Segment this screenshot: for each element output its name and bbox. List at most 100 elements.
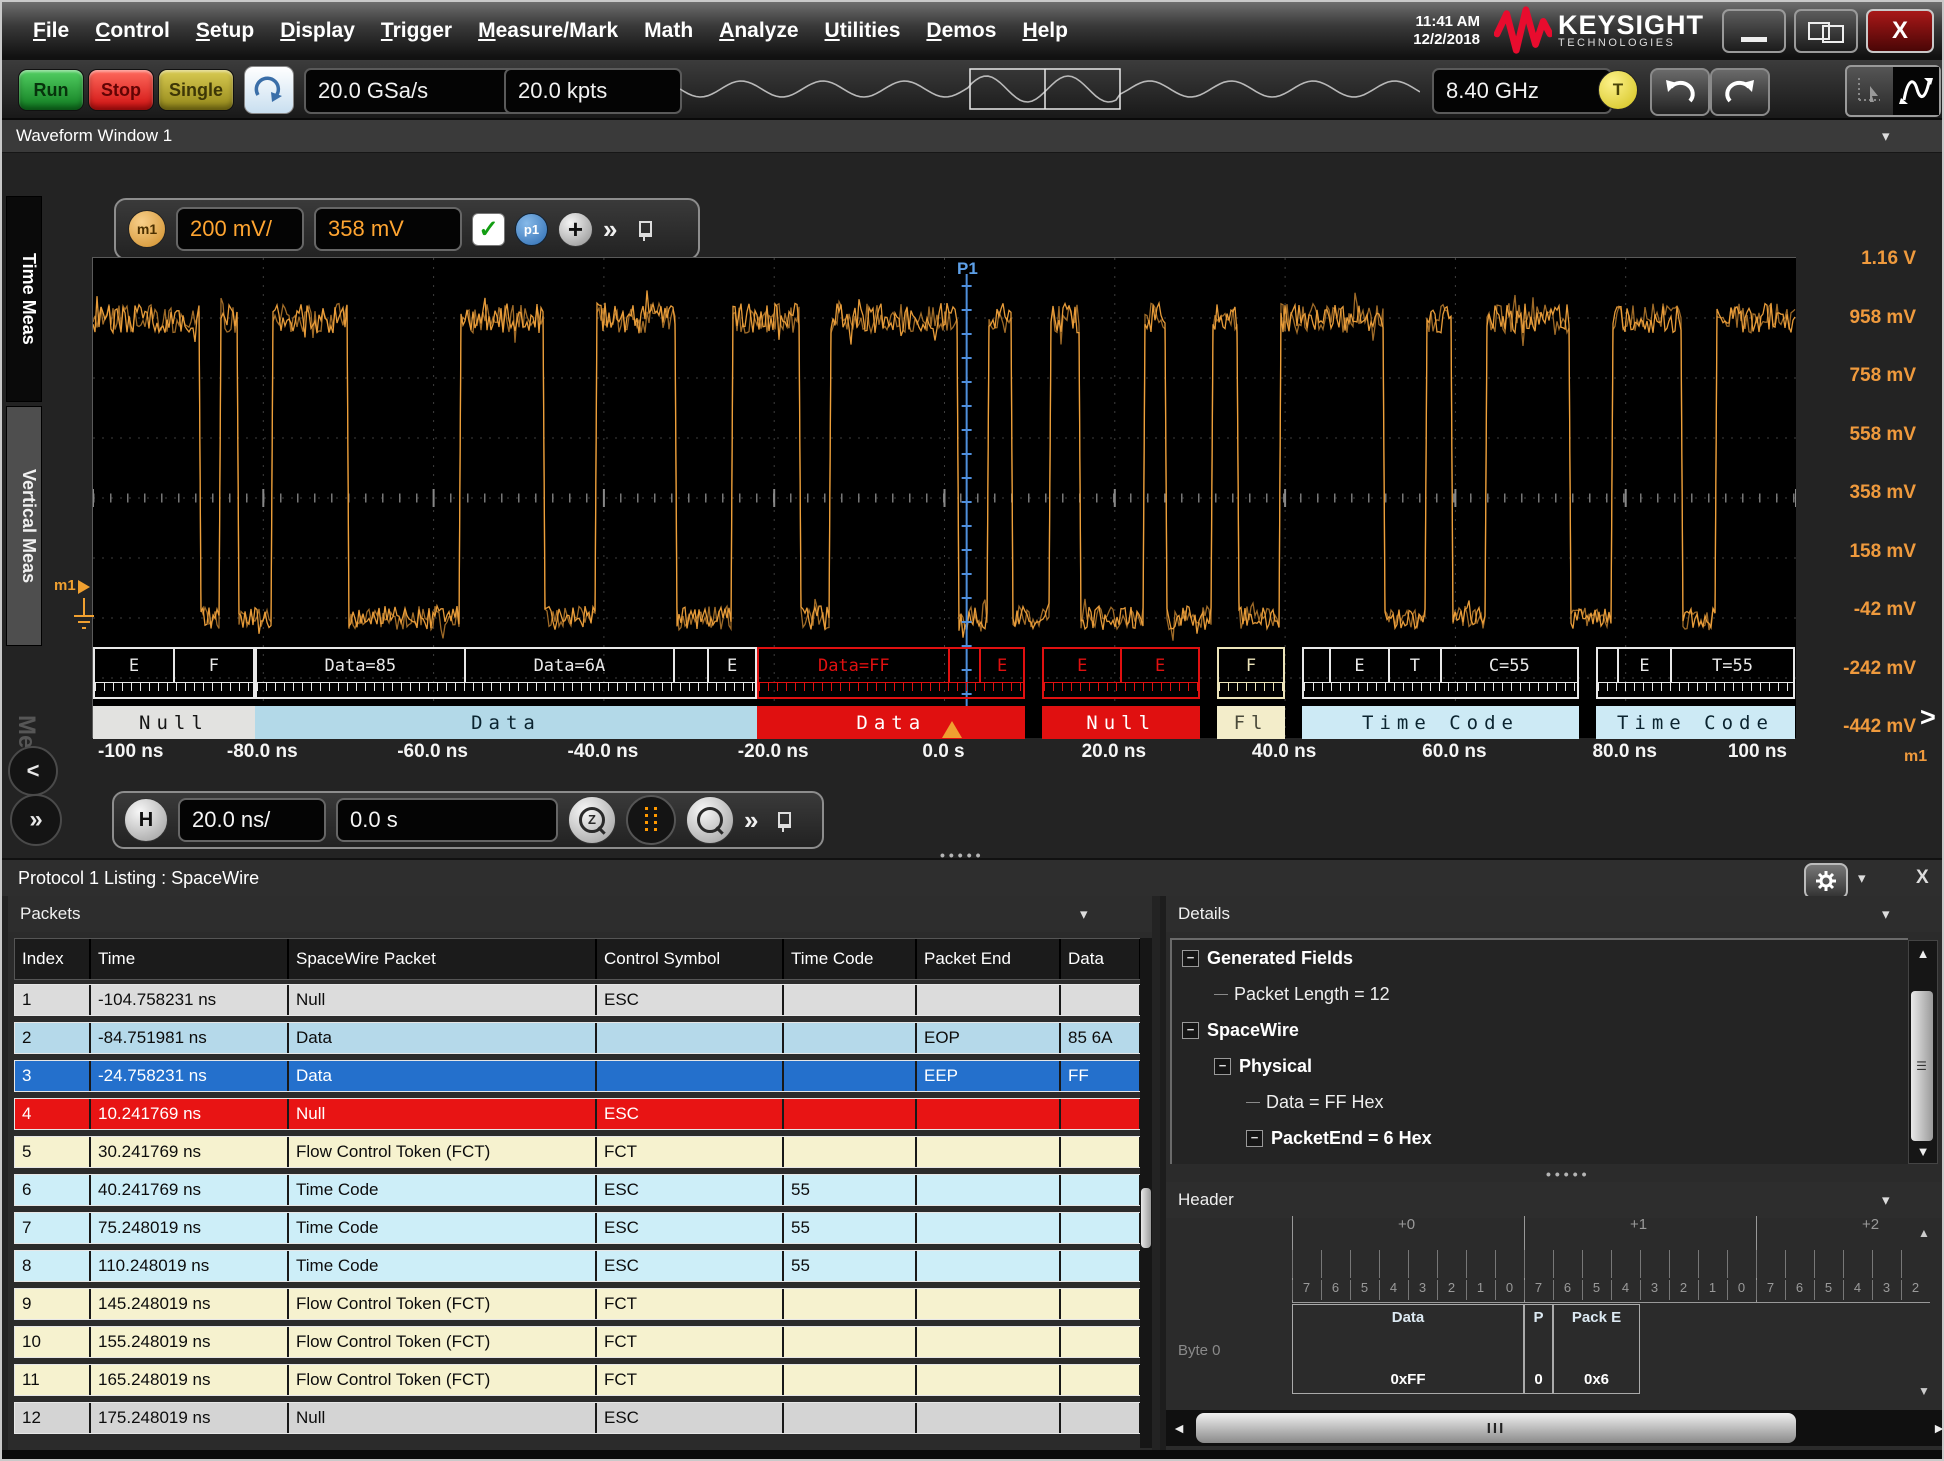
trigger-position-icon[interactable] <box>942 721 962 738</box>
minimize-button[interactable] <box>1722 9 1786 53</box>
vertical-offset-field[interactable]: 358 mV <box>314 207 462 251</box>
close-button[interactable]: X <box>1866 9 1934 53</box>
menu-item-trigger[interactable]: Trigger <box>381 19 452 43</box>
table-row[interactable]: 10155.248019 nsFlow Control Token (FCT)F… <box>14 1326 1142 1358</box>
timebase-scale-field[interactable]: 20.0 ns/ <box>178 798 326 842</box>
details-scrollbar[interactable]: ▲ ☰ ▼ <box>1908 940 1938 1164</box>
menu-item-file[interactable]: File <box>33 19 69 43</box>
header-scroll-up-icon[interactable]: ▲ <box>1918 1226 1930 1240</box>
tree-node[interactable]: −PacketEnd = 6 Hex <box>1172 1120 1908 1156</box>
expand-horizontal-controls-button[interactable]: » <box>10 794 62 846</box>
vertical-scale-field[interactable]: 200 mV/ <box>176 207 304 251</box>
protocol-close-icon[interactable]: X <box>1916 867 1929 889</box>
waveform-window-titlebar[interactable]: Waveform Window 1 ▾ <box>2 120 1942 153</box>
packets-scrollbar[interactable] <box>1140 938 1152 1448</box>
details-pane-header[interactable]: Details ▾ <box>1166 896 1944 932</box>
horizontal-toolbar-pin-icon[interactable] <box>778 812 791 828</box>
column-header[interactable]: Index <box>15 939 91 979</box>
tree-expander-icon[interactable]: − <box>1214 1058 1231 1075</box>
protocol-settings-button[interactable] <box>1804 863 1848 899</box>
zoom-z-button[interactable]: Z <box>568 796 616 844</box>
tree-expander-icon[interactable]: − <box>1182 1022 1199 1039</box>
tree-node[interactable]: −Generated Fields <box>1172 940 1908 976</box>
protocol-dropdown-icon[interactable]: ▾ <box>1858 869 1866 887</box>
header-field-box[interactable]: Pack E0x6 <box>1553 1304 1640 1394</box>
menu-item-help[interactable]: Help <box>1022 19 1068 43</box>
header-field-box[interactable]: Data0xFF <box>1292 1304 1524 1394</box>
waveform-scale-button[interactable] <box>1893 67 1939 115</box>
column-header[interactable]: SpaceWire Packet <box>289 939 597 979</box>
redo-button[interactable] <box>1710 68 1770 116</box>
tree-expander-icon[interactable]: − <box>1246 1130 1263 1147</box>
timebase-position-indicator[interactable] <box>680 66 1420 112</box>
menu-item-setup[interactable]: Setup <box>196 19 254 43</box>
channel-m1-badge[interactable]: m1 <box>128 210 166 248</box>
trigger-badge[interactable]: T <box>1598 70 1638 110</box>
menu-item-utilities[interactable]: Utilities <box>825 19 901 43</box>
protocol-listing-titlebar[interactable]: Protocol 1 Listing : SpaceWire ▾ X <box>2 858 1942 896</box>
touch-button[interactable] <box>244 66 294 114</box>
restore-button[interactable] <box>1794 9 1858 53</box>
search-zoom-button[interactable] <box>686 796 734 844</box>
tree-node[interactable]: −SpaceWire <box>1172 1012 1908 1048</box>
scroll-left-icon[interactable]: ◄ <box>1166 1420 1192 1436</box>
column-header[interactable]: Control Symbol <box>597 939 784 979</box>
run-button[interactable]: Run <box>18 69 84 111</box>
table-row[interactable]: 12175.248019 nsNullESC <box>14 1402 1142 1434</box>
column-header[interactable]: Time <box>91 939 289 979</box>
packets-dropdown-icon[interactable]: ▾ <box>1080 905 1088 923</box>
menu-item-math[interactable]: Math <box>644 19 693 43</box>
table-row[interactable]: 775.248019 nsTime CodeESC55 <box>14 1212 1142 1244</box>
timebase-position-field[interactable]: 0.0 s <box>336 798 558 842</box>
tree-node[interactable]: Data = FF Hex <box>1172 1084 1908 1120</box>
waveform-window-dropdown-icon[interactable]: ▾ <box>1882 127 1890 145</box>
add-channel-button[interactable]: + <box>558 212 593 247</box>
tab-vertical-meas[interactable]: Vertical Meas <box>6 406 42 646</box>
table-row[interactable]: 1-104.758231 nsNullESC <box>14 984 1142 1016</box>
marker-p1-label[interactable]: P1 <box>957 259 978 279</box>
menu-item-analyze[interactable]: Analyze <box>719 19 798 43</box>
cursor-tracking-button[interactable] <box>626 795 676 845</box>
tree-node[interactable]: −Physical <box>1172 1048 1908 1084</box>
details-dropdown-icon[interactable]: ▾ <box>1882 905 1890 923</box>
tab-time-meas[interactable]: Time Meas <box>6 196 42 402</box>
table-row[interactable]: 640.241769 nsTime CodeESC55 <box>14 1174 1142 1206</box>
undo-button[interactable] <box>1650 68 1710 116</box>
details-scrollbar-thumb[interactable]: ☰ <box>1911 991 1933 1141</box>
column-header[interactable]: Data <box>1061 939 1141 979</box>
horizontal-badge[interactable]: H <box>124 798 168 842</box>
menu-item-demos[interactable]: Demos <box>926 19 996 43</box>
column-header[interactable]: Packet End <box>917 939 1061 979</box>
more-controls-icon[interactable]: » <box>603 214 617 245</box>
marker-p1-badge[interactable]: p1 <box>515 213 548 246</box>
details-header-splitter-handle[interactable]: ••••• <box>1546 1166 1591 1182</box>
sample-rate-field[interactable]: 20.0 GSa/s <box>304 68 518 114</box>
scroll-down-icon[interactable]: ▼ <box>1909 1139 1937 1163</box>
box-zoom-button[interactable] <box>1847 67 1893 115</box>
more-horizontal-controls-icon[interactable]: » <box>744 805 758 836</box>
table-row[interactable]: 410.241769 nsNullESC <box>14 1098 1142 1130</box>
header-scrollbar-thumb[interactable]: III <box>1196 1413 1796 1443</box>
table-row[interactable]: 530.241769 nsFlow Control Token (FCT)FCT <box>14 1136 1142 1168</box>
memory-depth-field[interactable]: 20.0 kpts <box>504 68 682 114</box>
column-header[interactable]: Time Code <box>784 939 917 979</box>
measurement-enabled-checkbox[interactable]: ✓ <box>472 213 505 246</box>
menu-item-control[interactable]: Control <box>95 19 170 43</box>
menu-item-display[interactable]: Display <box>280 19 355 43</box>
channel-ground-marker[interactable]: m1 <box>54 572 96 658</box>
packets-pane-header[interactable]: Packets ▾ <box>8 896 1152 932</box>
header-scroll-down-icon[interactable]: ▼ <box>1918 1384 1930 1398</box>
table-row[interactable]: 3-24.758231 nsDataEEPFF <box>14 1060 1142 1092</box>
header-dropdown-icon[interactable]: ▾ <box>1882 1191 1890 1209</box>
single-button[interactable]: Single <box>158 69 234 111</box>
tree-expander-icon[interactable]: − <box>1182 950 1199 967</box>
table-row[interactable]: 9145.248019 nsFlow Control Token (FCT)FC… <box>14 1288 1142 1320</box>
tree-node[interactable]: Packet Length = 12 <box>1172 976 1908 1012</box>
header-field-box[interactable]: P0 <box>1524 1304 1553 1394</box>
table-row[interactable]: 11165.248019 nsFlow Control Token (FCT)F… <box>14 1364 1142 1396</box>
scroll-right-arrow-icon[interactable]: ► <box>1926 1420 1944 1436</box>
header-pane-header[interactable]: Header ▾ <box>1166 1182 1944 1218</box>
bandwidth-field[interactable]: 8.40 GHz <box>1432 68 1612 114</box>
header-horizontal-scrollbar[interactable]: ◄ III ► <box>1166 1410 1944 1446</box>
channel-toolbar-pin-icon[interactable] <box>639 221 652 237</box>
